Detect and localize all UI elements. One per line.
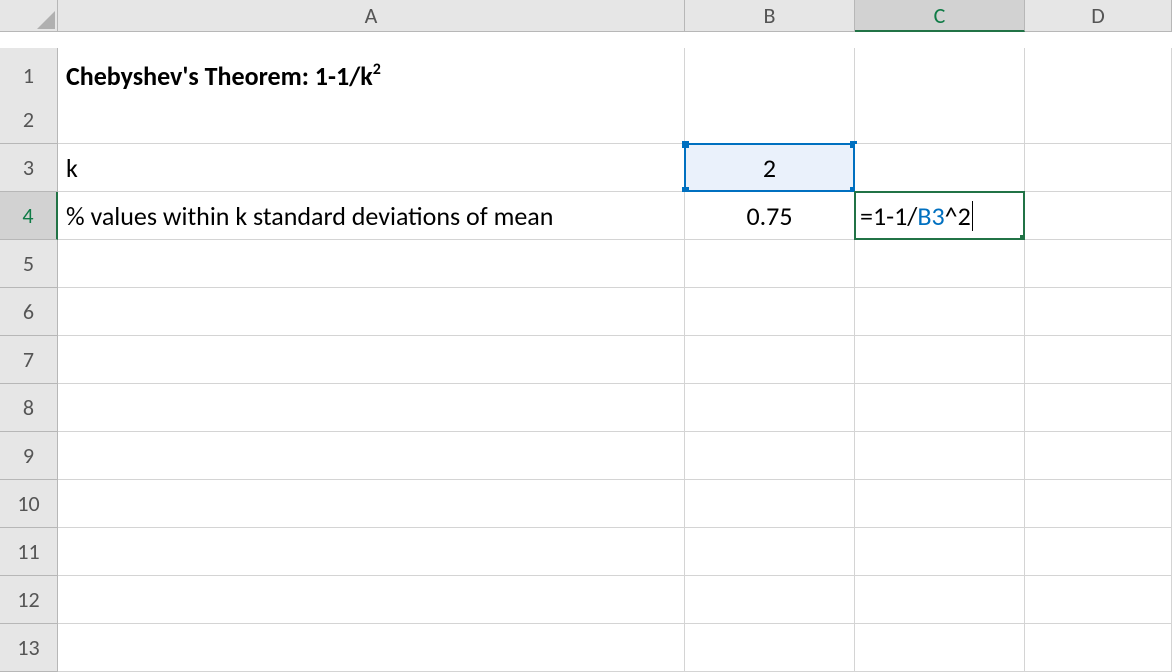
row-header-4[interactable]: 4 — [0, 192, 58, 240]
row-header-9[interactable]: 9 — [0, 432, 58, 480]
row-header-12[interactable]: 12 — [0, 576, 58, 624]
cell-B12[interactable] — [685, 576, 855, 624]
row-header-8[interactable]: 8 — [0, 384, 58, 432]
cell-C6[interactable] — [855, 288, 1025, 336]
cell-C2[interactable] — [855, 96, 1025, 144]
cell-A11[interactable] — [58, 528, 685, 576]
cell-C8[interactable] — [855, 384, 1025, 432]
cell-C9[interactable] — [855, 432, 1025, 480]
cell-A3[interactable]: k — [58, 144, 685, 192]
cell-B9[interactable] — [685, 432, 855, 480]
formula-cell-ref: B3 — [917, 200, 944, 232]
cell-C12[interactable] — [855, 576, 1025, 624]
cell-text: Chebyshev's Theorem: 1-1/k — [66, 60, 373, 92]
cell-A13[interactable] — [58, 624, 685, 672]
row-header-7[interactable]: 7 — [0, 336, 58, 384]
cell-D4[interactable] — [1025, 192, 1172, 240]
cell-D7[interactable] — [1025, 336, 1172, 384]
formula-editor[interactable]: =1-1/B3^2 — [854, 191, 1025, 240]
cell-D12[interactable] — [1025, 576, 1172, 624]
cell-D11[interactable] — [1025, 528, 1172, 576]
cell-text: 2 — [373, 60, 381, 79]
cell-B2[interactable] — [685, 96, 855, 144]
col-header-A[interactable]: A — [58, 0, 685, 32]
cell-D13[interactable] — [1025, 624, 1172, 672]
cell-C10[interactable] — [855, 480, 1025, 528]
col-header-B[interactable]: B — [685, 0, 855, 32]
cell-B13[interactable] — [685, 624, 855, 672]
cell-text: 2 — [763, 152, 776, 184]
row-header-11[interactable]: 11 — [0, 528, 58, 576]
row-header-6[interactable]: 6 — [0, 288, 58, 336]
cell-B3[interactable]: 2 — [685, 144, 855, 192]
cell-A7[interactable] — [58, 336, 685, 384]
row-header-10[interactable]: 10 — [0, 480, 58, 528]
cell-B10[interactable] — [685, 480, 855, 528]
col-header-C[interactable]: C — [855, 0, 1025, 32]
cell-B6[interactable] — [685, 288, 855, 336]
select-all-corner[interactable] — [0, 0, 58, 32]
cell-D2[interactable] — [1025, 96, 1172, 144]
formula-text: =1-1/ — [860, 200, 917, 232]
col-header-D[interactable]: D — [1025, 0, 1172, 32]
cell-A5[interactable] — [58, 240, 685, 288]
cell-C11[interactable] — [855, 528, 1025, 576]
cell-D9[interactable] — [1025, 432, 1172, 480]
cell-C13[interactable] — [855, 624, 1025, 672]
cell-D3[interactable] — [1025, 144, 1172, 192]
cell-text: 0.75 — [746, 200, 792, 232]
cell-B5[interactable] — [685, 240, 855, 288]
cell-A10[interactable] — [58, 480, 685, 528]
cell-D8[interactable] — [1025, 384, 1172, 432]
cell-A8[interactable] — [58, 384, 685, 432]
cell-D5[interactable] — [1025, 240, 1172, 288]
row-header-5[interactable]: 5 — [0, 240, 58, 288]
cell-A12[interactable] — [58, 576, 685, 624]
formula-text: ^2 — [945, 200, 971, 232]
cell-B7[interactable] — [685, 336, 855, 384]
cell-C7[interactable] — [855, 336, 1025, 384]
cell-D10[interactable] — [1025, 480, 1172, 528]
cell-text: % values within k standard deviations of… — [66, 200, 553, 232]
cell-B4[interactable]: 0.75 — [685, 192, 855, 240]
row-header-3[interactable]: 3 — [0, 144, 58, 192]
cell-A4[interactable]: % values within k standard deviations of… — [58, 192, 685, 240]
cell-B11[interactable] — [685, 528, 855, 576]
cell-C3[interactable] — [855, 144, 1025, 192]
cell-A2[interactable] — [58, 96, 685, 144]
text-cursor — [972, 201, 973, 231]
cell-text: k — [66, 152, 78, 184]
cell-A9[interactable] — [58, 432, 685, 480]
cell-D6[interactable] — [1025, 288, 1172, 336]
cell-B8[interactable] — [685, 384, 855, 432]
row-header-13[interactable]: 13 — [0, 624, 58, 672]
cell-C5[interactable] — [855, 240, 1025, 288]
row-header-2[interactable]: 2 — [0, 96, 58, 144]
cell-A6[interactable] — [58, 288, 685, 336]
cell-C4[interactable]: =1-1/B3^2 — [855, 192, 1025, 240]
